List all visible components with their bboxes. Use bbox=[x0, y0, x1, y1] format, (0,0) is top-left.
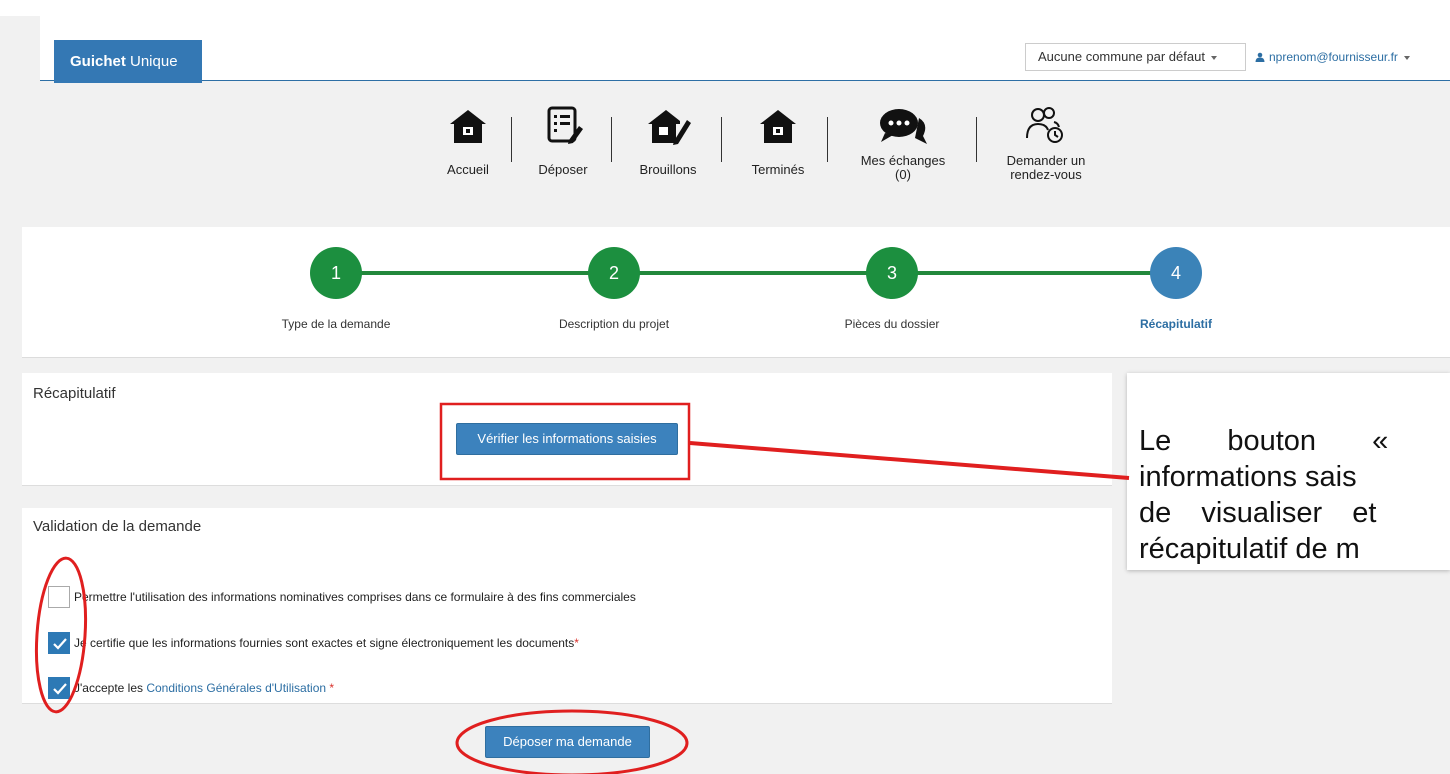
annotation-callout: Le bouton « informations sais de visuali… bbox=[1127, 373, 1450, 570]
toolbar-label: Accueil bbox=[447, 162, 489, 177]
callout-line: Le bouton « bbox=[1139, 425, 1389, 457]
user-menu[interactable]: nprenom@fournisseur.fr bbox=[1255, 43, 1410, 71]
certify-checkbox[interactable] bbox=[48, 632, 70, 654]
divider bbox=[511, 117, 512, 162]
brand-logo[interactable]: Guichet Unique bbox=[54, 40, 202, 83]
toolbar-label: Terminés bbox=[751, 162, 805, 177]
cgu-checkbox[interactable] bbox=[48, 677, 70, 699]
required-asterisk: * bbox=[574, 636, 579, 650]
edit-document-icon bbox=[547, 106, 583, 144]
users-clock-icon bbox=[1026, 107, 1063, 143]
home-icon bbox=[760, 110, 796, 143]
toolbar-count: (0) bbox=[895, 167, 911, 182]
step-3-circle[interactable]: 3 bbox=[866, 247, 918, 299]
step-1-circle[interactable]: 1 bbox=[310, 247, 362, 299]
chat-icon bbox=[880, 109, 927, 144]
step-connector bbox=[916, 271, 1174, 275]
toolbar-termines[interactable]: Terminés bbox=[743, 104, 813, 177]
step-1-label: Type de la demande bbox=[281, 317, 391, 331]
progress-stepper: 1 2 3 4 Type de la demande Description d… bbox=[22, 227, 1450, 358]
certify-label: Je certifie que les informations fournie… bbox=[74, 636, 579, 650]
toolbar-label: Demander un bbox=[1006, 153, 1086, 168]
step-2-circle[interactable]: 2 bbox=[588, 247, 640, 299]
consent-commercial-label: Permettre l'utilisation des informations… bbox=[74, 590, 636, 604]
consent-commercial-checkbox[interactable] bbox=[48, 586, 70, 608]
step-3-label: Pièces du dossier bbox=[844, 317, 940, 331]
toolbar-label: Déposer bbox=[538, 162, 588, 177]
divider bbox=[827, 117, 828, 162]
callout-line: récapitulatif de m bbox=[1139, 533, 1360, 565]
user-icon bbox=[1255, 52, 1265, 62]
divider bbox=[611, 117, 612, 162]
step-4-circle[interactable]: 4 bbox=[1150, 247, 1202, 299]
toolbar-label: Brouillons bbox=[639, 162, 697, 177]
verify-info-button[interactable]: Vérifier les informations saisies bbox=[456, 423, 678, 455]
chevron-down-icon bbox=[1210, 55, 1217, 60]
top-strip bbox=[0, 0, 1450, 16]
toolbar-deposer[interactable]: Déposer bbox=[527, 104, 599, 177]
navbar: Guichet Unique Aucune commune par défaut… bbox=[40, 16, 1450, 83]
toolbar-mes-echanges[interactable]: Mes échanges (0) bbox=[847, 104, 959, 182]
callout-line: de visualiser et bbox=[1139, 497, 1377, 529]
user-email: nprenom@fournisseur.fr bbox=[1269, 50, 1398, 64]
divider bbox=[976, 117, 977, 162]
chevron-down-icon bbox=[1403, 55, 1410, 60]
check-icon bbox=[53, 683, 67, 695]
toolbar-label: Mes échanges bbox=[860, 153, 946, 168]
cgu-label: J'accepte les Conditions Générales d'Uti… bbox=[74, 681, 335, 695]
submit-request-button[interactable]: Déposer ma demande bbox=[485, 726, 650, 758]
home-icon bbox=[450, 110, 486, 143]
required-asterisk: * bbox=[326, 681, 335, 695]
toolbar-accueil[interactable]: Accueil bbox=[436, 104, 500, 177]
toolbar-sublabel: rendez-vous bbox=[1010, 167, 1082, 182]
commune-select[interactable]: Aucune commune par défaut bbox=[1025, 43, 1246, 71]
step-4-label: Récapitulatif bbox=[1139, 317, 1212, 331]
step-connector bbox=[638, 271, 888, 275]
step-connector bbox=[360, 271, 610, 275]
commune-select-value: Aucune commune par défaut bbox=[1038, 49, 1205, 64]
validation-title: Validation de la demande bbox=[33, 518, 202, 535]
step-2-label: Description du projet bbox=[558, 317, 670, 331]
cgu-link[interactable]: Conditions Générales d'Utilisation bbox=[146, 681, 326, 695]
recap-card: Récapitulatif Vérifier les informations … bbox=[22, 373, 1112, 486]
toolbar-brouillons[interactable]: Brouillons bbox=[626, 104, 710, 177]
divider bbox=[721, 117, 722, 162]
recap-title: Récapitulatif bbox=[33, 385, 116, 402]
toolbar-rendez-vous[interactable]: Demander un rendez-vous bbox=[990, 104, 1102, 182]
check-icon bbox=[53, 638, 67, 650]
home-edit-icon bbox=[648, 110, 691, 145]
callout-line: informations sais bbox=[1139, 461, 1357, 493]
